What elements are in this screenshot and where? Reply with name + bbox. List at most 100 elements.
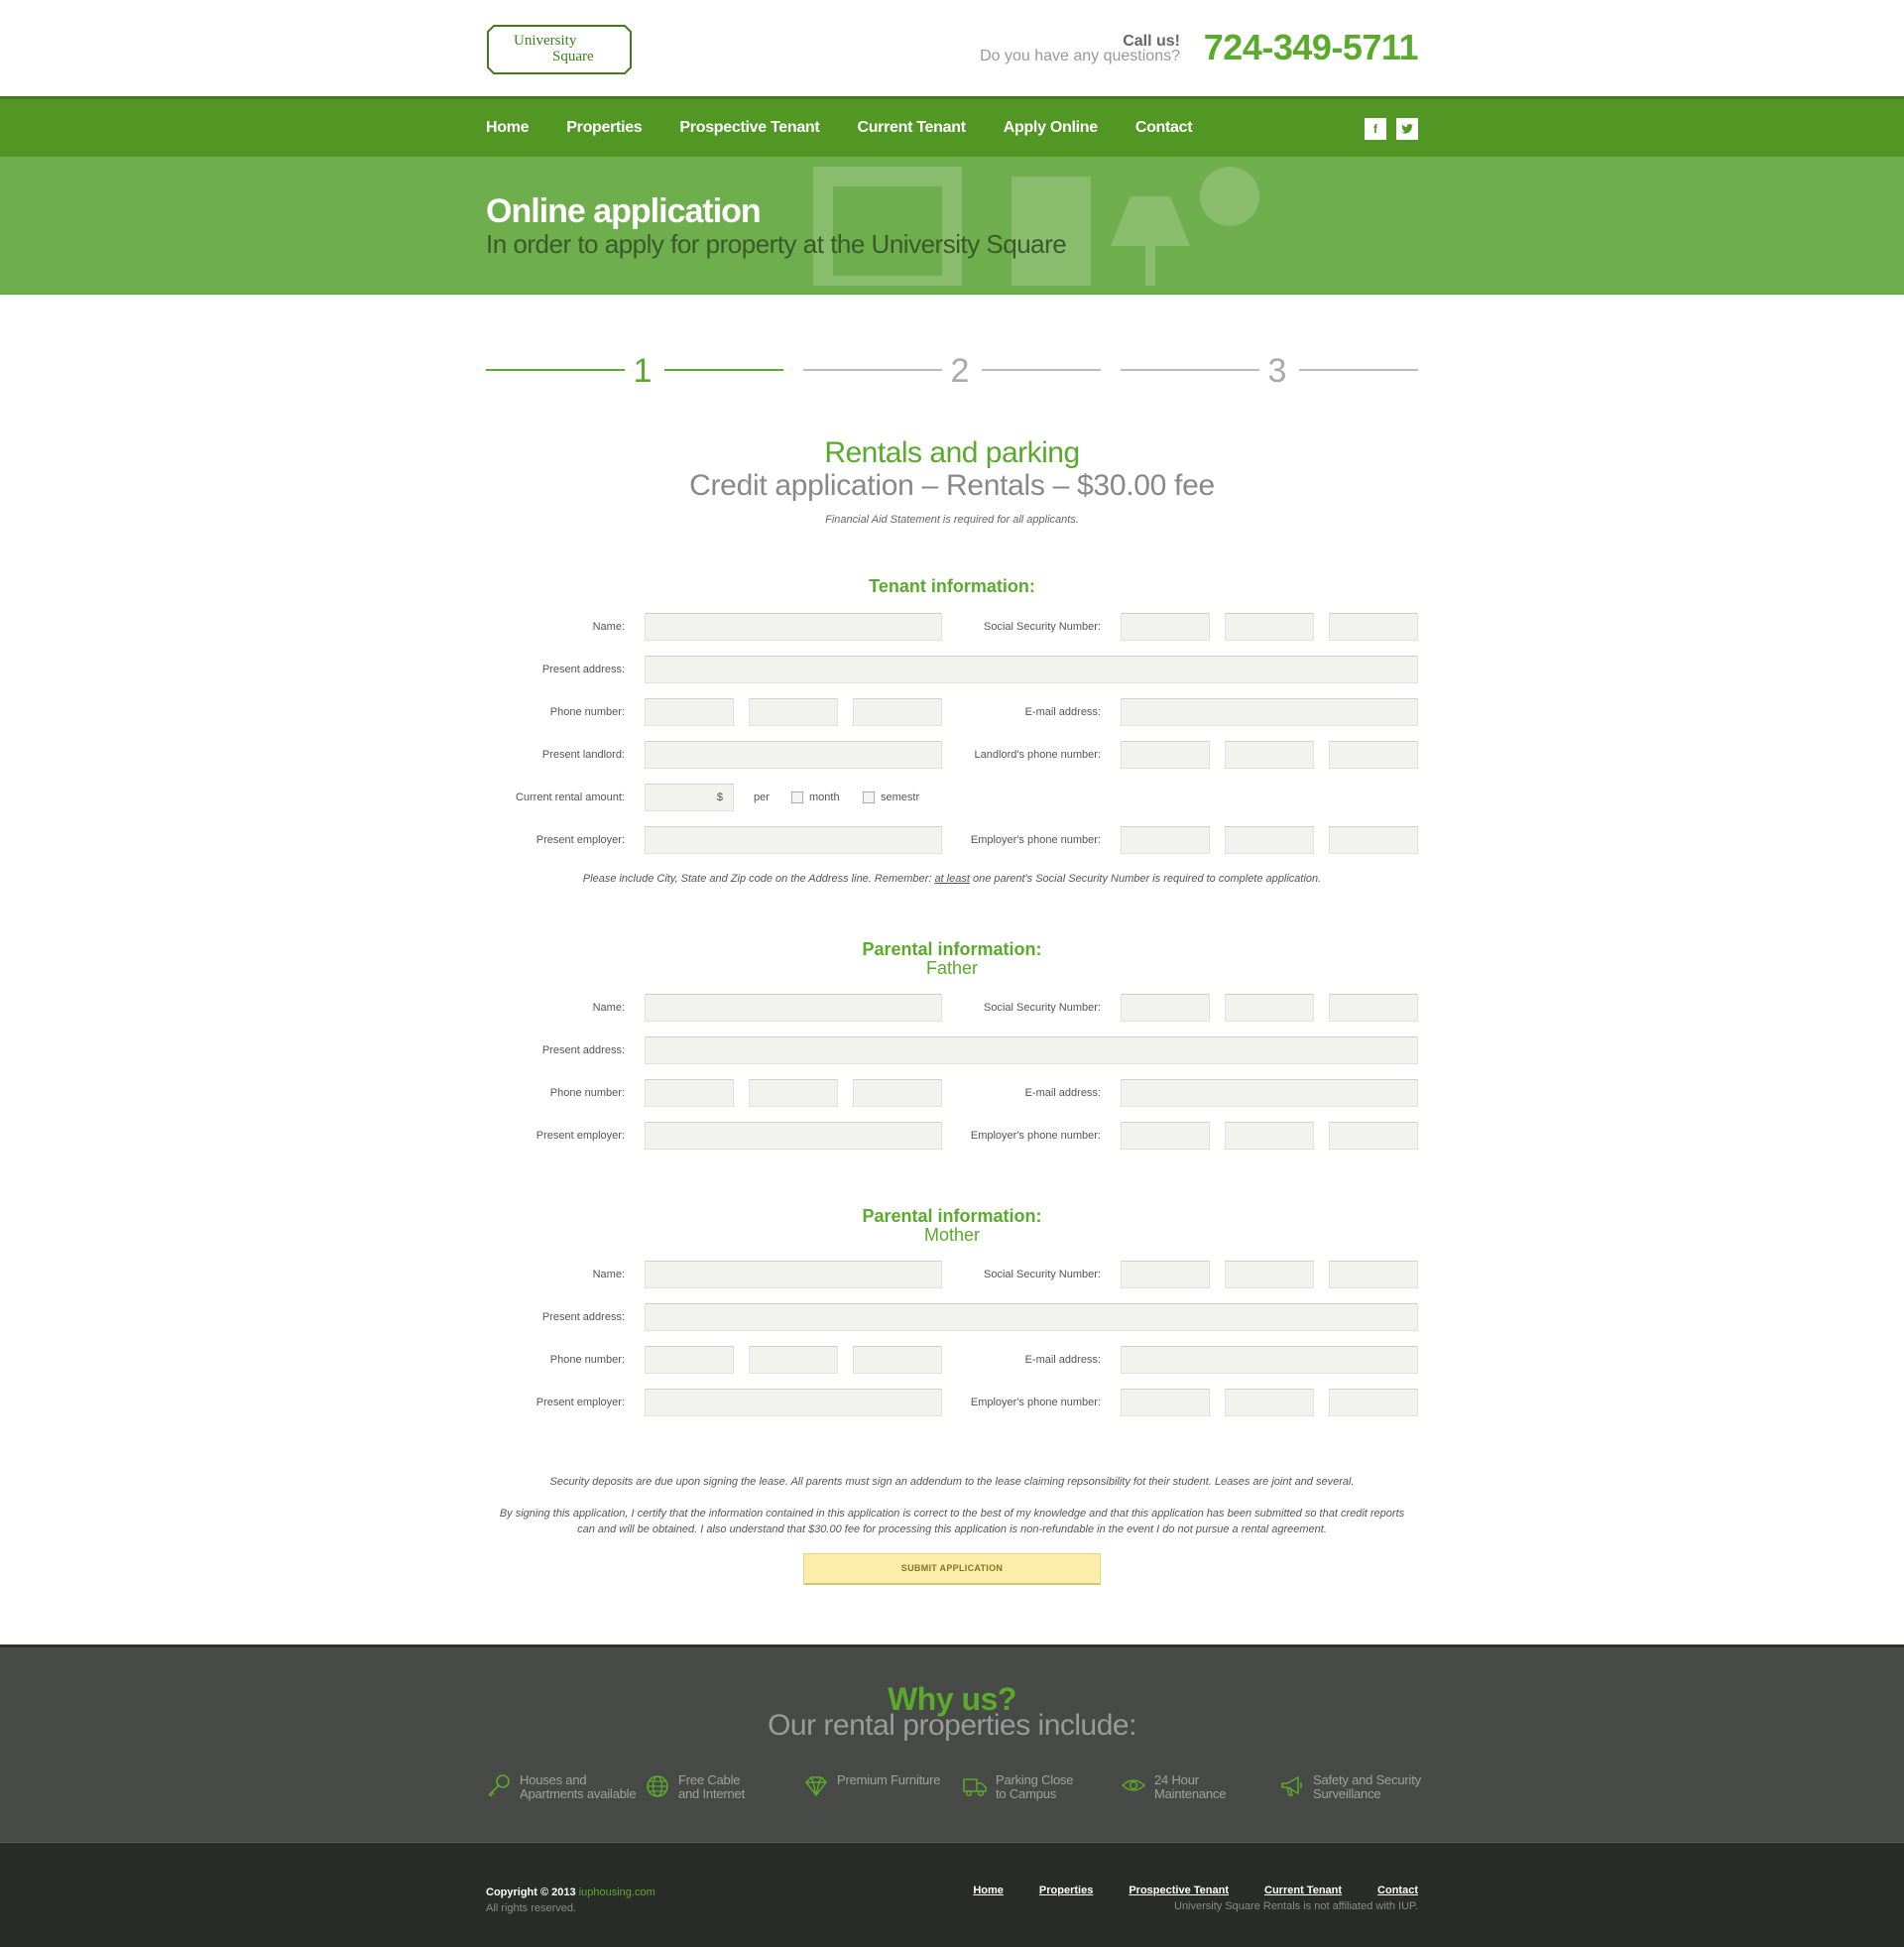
footer-link-home[interactable]: Home [973,1885,1004,1896]
mother-phone-part3[interactable] [853,1346,942,1374]
step-indicator: 1 2 3 [486,352,1418,392]
mother-employer-phone-part1[interactable] [1121,1389,1210,1416]
page-title: Online application [486,192,762,230]
key-icon [488,1774,510,1797]
father-employer-phone-part3[interactable] [1329,1122,1418,1150]
month-checkbox[interactable] [791,791,803,803]
feature-item: Safety and Security Surveillance [1279,1773,1421,1801]
mother-employer-phone-part2[interactable] [1225,1389,1314,1416]
father-employer-phone-part2[interactable] [1225,1122,1314,1150]
feature-line: Houses and [520,1772,587,1787]
father-email-input[interactable] [1121,1079,1418,1107]
mother-name-input[interactable] [645,1261,942,1288]
landlord-phone-part3[interactable] [1329,741,1418,769]
footer-link-contact[interactable]: Contact [1377,1885,1418,1896]
mother-ssn-part2[interactable] [1225,1261,1314,1288]
label-ssn: Social Security Number: [984,1269,1101,1280]
nav-properties[interactable]: Properties [566,119,642,137]
label-landlord-phone: Landlord's phone number: [974,749,1101,761]
mother-row-name: Name: Social Security Number: [486,1261,1418,1288]
mother-email-input[interactable] [1121,1346,1418,1374]
semester-checkbox[interactable] [863,791,875,803]
mother-ssn-part1[interactable] [1121,1261,1210,1288]
tenant-phone-part3[interactable] [853,698,942,726]
submit-application-button[interactable]: SUBMIT APPLICATION [803,1553,1101,1585]
father-name-input[interactable] [645,994,942,1022]
twitter-icon[interactable] [1396,118,1418,140]
nav-home[interactable]: Home [486,119,530,137]
landlord-phone-part1[interactable] [1121,741,1210,769]
page-hero: Online application In order to apply for… [0,157,1904,295]
tenant-phone-part1[interactable] [645,698,734,726]
father-ssn-part2[interactable] [1225,994,1314,1022]
facebook-icon[interactable]: f [1365,118,1386,140]
nav-current-tenant[interactable]: Current Tenant [857,119,966,137]
tenant-name-input[interactable] [645,613,942,641]
footer-link-current-tenant[interactable]: Current Tenant [1264,1885,1342,1896]
mother-phone-part2[interactable] [749,1346,838,1374]
feature-line: Apartments available [520,1786,637,1801]
father-phone-part1[interactable] [645,1079,734,1107]
mother-address-input[interactable] [645,1303,1418,1331]
footer-link-prospective-tenant[interactable]: Prospective Tenant [1129,1885,1229,1896]
logo-line-2: Square [552,49,594,64]
feature-item: Houses and Apartments available [486,1772,637,1801]
rental-amount-input[interactable]: $ [645,784,734,811]
label-employer-phone: Employer's phone number: [970,834,1101,846]
nav-apply-online[interactable]: Apply Online [1004,119,1098,137]
label-semester: semestr [881,791,920,803]
employer-phone-part3[interactable] [1329,826,1418,854]
tenant-phone-part2[interactable] [749,698,838,726]
father-ssn-part3[interactable] [1329,994,1418,1022]
tenant-email-input[interactable] [1121,698,1418,726]
tenant-address-note: Please include City, State and Zip code … [486,873,1418,885]
tenant-landlord-input[interactable] [645,741,942,769]
label-email: E-mail address: [1024,1087,1101,1099]
intro-title: Rentals and parking [824,436,1080,469]
label-name: Name: [592,621,625,633]
nav-contact[interactable]: Contact [1135,119,1193,137]
step-1: 1 [633,352,653,390]
feature-item: Premium Furniture [803,1773,940,1799]
father-employer-phone-part1[interactable] [1121,1122,1210,1150]
social-links: f [1365,118,1418,140]
tenant-ssn-part3[interactable] [1329,613,1418,641]
tenant-address-input[interactable] [645,656,1418,683]
label-email: E-mail address: [1024,1354,1101,1366]
mother-subtitle: Mother [923,1225,981,1245]
father-phone-part3[interactable] [853,1079,942,1107]
step-line [803,369,942,371]
why-us-section: Why us? Our rental properties include: H… [0,1644,1904,1843]
phone-number[interactable]: 724-349-5711 [1204,27,1419,68]
landlord-phone-part2[interactable] [1225,741,1314,769]
footer-link-properties[interactable]: Properties [1039,1885,1093,1896]
mother-ssn-part3[interactable] [1329,1261,1418,1288]
father-address-input[interactable] [645,1036,1418,1064]
tenant-ssn-part2[interactable] [1225,613,1314,641]
why-subtitle: Our rental properties include: [768,1709,1136,1742]
tenant-ssn-part1[interactable] [1121,613,1210,641]
mother-employer-phone-part3[interactable] [1329,1389,1418,1416]
father-phone-part2[interactable] [749,1079,838,1107]
step-line [1121,369,1259,371]
nav-prospective-tenant[interactable]: Prospective Tenant [679,119,819,137]
logo-line-1: University [514,33,577,49]
footer-nav: Home Properties Prospective Tenant Curre… [937,1885,1418,1896]
globe-icon [647,1775,668,1797]
father-ssn-part1[interactable] [1121,994,1210,1022]
mother-row-address: Present address: [486,1303,1418,1331]
father-employer-input[interactable] [645,1122,942,1150]
tenant-row-phone: Phone number: E-mail address: [486,698,1418,726]
site-logo[interactable]: University Square [486,24,633,75]
main-nav: Home Properties Prospective Tenant Curre… [0,99,1904,157]
step-line [486,369,625,371]
currency-symbol: $ [716,791,723,803]
employer-phone-part2[interactable] [1225,826,1314,854]
site-link[interactable]: iuphousing.com [579,1886,655,1898]
father-title: Parental information: [862,939,1042,959]
mother-employer-input[interactable] [645,1389,942,1416]
employer-phone-part1[interactable] [1121,826,1210,854]
tenant-employer-input[interactable] [645,826,942,854]
mother-phone-part1[interactable] [645,1346,734,1374]
tenant-row-address: Present address: [486,656,1418,683]
